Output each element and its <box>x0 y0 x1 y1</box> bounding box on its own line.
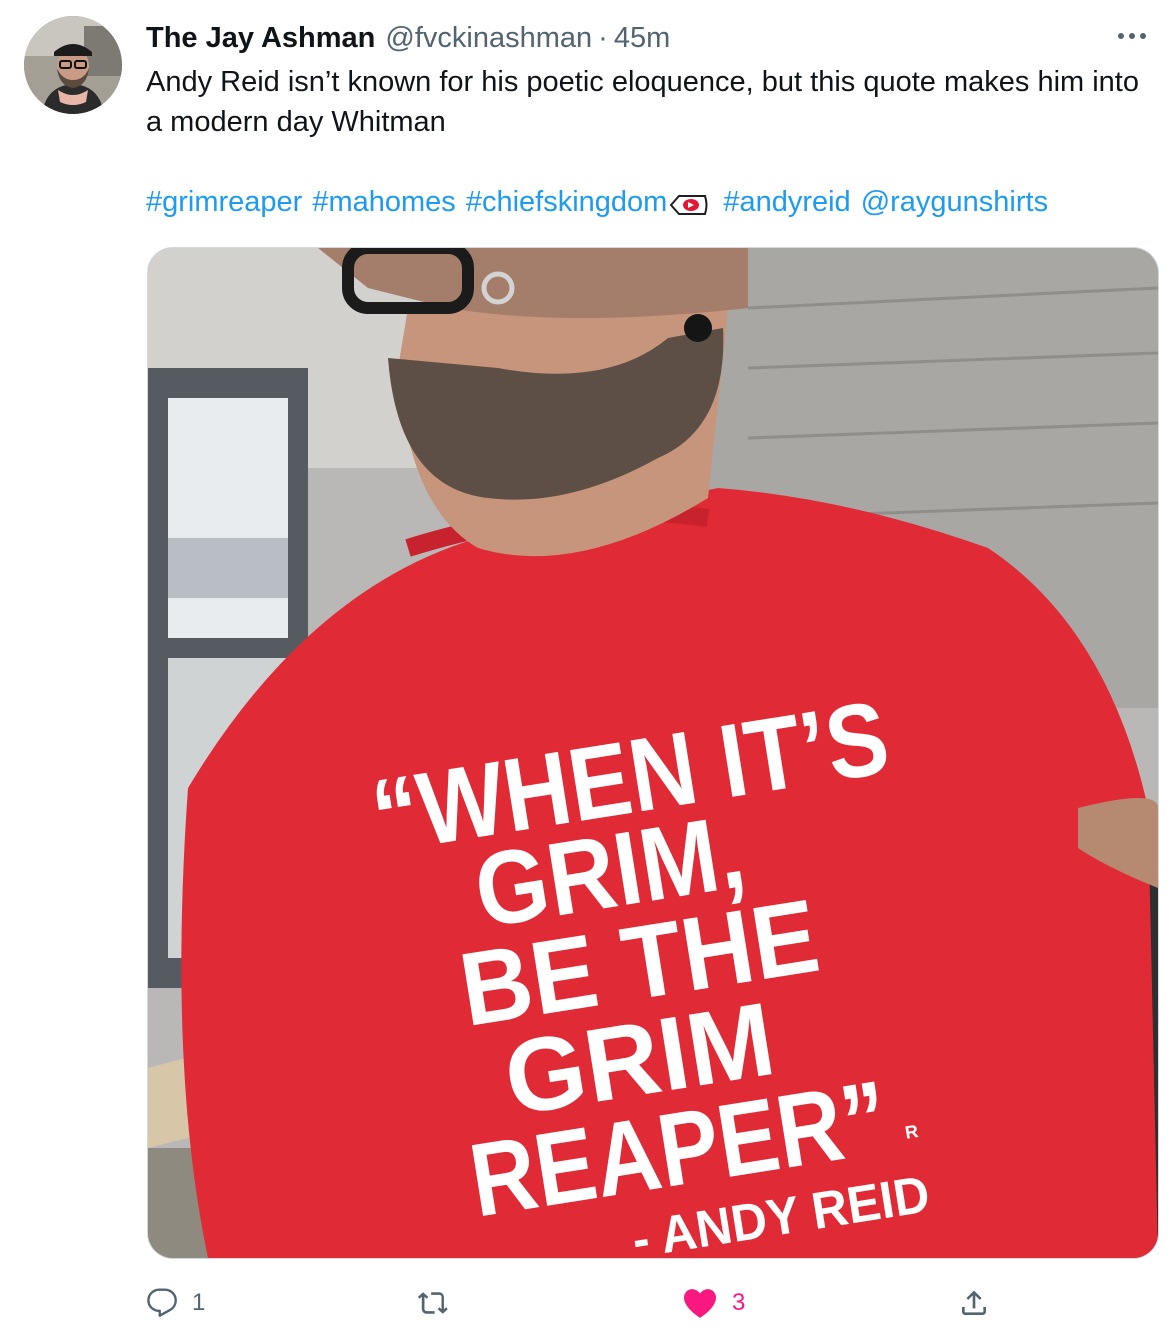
more-horizontal-icon[interactable] <box>1110 14 1154 58</box>
retweet-button[interactable] <box>416 1280 464 1326</box>
tweet: The Jay Ashman @fvckinashman · 45m Andy … <box>0 0 1174 1340</box>
heart-icon <box>682 1287 718 1319</box>
reply-button[interactable]: 1 <box>146 1280 205 1326</box>
reply-count: 1 <box>192 1289 206 1316</box>
separator-dot: · <box>598 21 608 54</box>
hashtag-line: #grimreaper #mahomes #chiefskingdom #and… <box>146 182 1156 222</box>
tweet-text: Andy Reid isn’t known for his poetic elo… <box>146 66 1139 138</box>
author-name[interactable]: The Jay Ashman <box>146 22 375 55</box>
mention-raygunshirts[interactable]: @raygunshirts <box>861 182 1048 222</box>
hashtag-chiefskingdom[interactable]: #chiefskingdom <box>466 182 668 222</box>
timestamp[interactable]: 45m <box>614 22 670 55</box>
tweet-photo[interactable]: “WHEN IT’S GRIM, BE THE GRIM REAPER” R -… <box>147 247 1159 1259</box>
share-button[interactable] <box>958 1280 990 1326</box>
tweet-header: The Jay Ashman @fvckinashman · 45m <box>146 18 1154 58</box>
hashtag-andyreid[interactable]: #andyreid <box>723 182 850 222</box>
retweet-icon <box>416 1287 450 1319</box>
share-icon <box>958 1287 990 1319</box>
hashtag-mahomes[interactable]: #mahomes <box>312 182 455 222</box>
tweet-actions: 1 3 <box>146 1280 1156 1326</box>
hashtag-grimreaper[interactable]: #grimreaper <box>146 182 302 222</box>
author-handle[interactable]: @fvckinashman <box>385 22 592 55</box>
like-button[interactable]: 3 <box>682 1280 745 1326</box>
chiefs-arrowhead-emoji <box>669 189 709 215</box>
like-count: 3 <box>732 1289 746 1316</box>
avatar[interactable] <box>24 16 122 114</box>
reply-icon <box>146 1287 178 1319</box>
